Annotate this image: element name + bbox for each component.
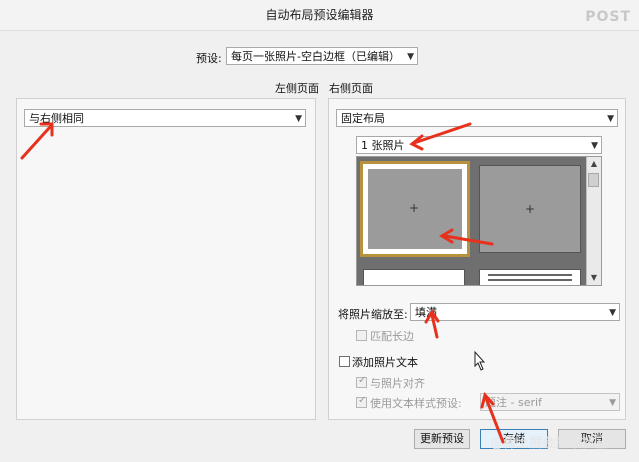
window-title-bar: 自动布局预设编辑器 POST [0,0,639,31]
window-title: 自动布局预设编辑器 [265,8,374,22]
preset-value: 每页一张照片-空白边框（已编辑） [231,50,400,63]
layout-cell-selected[interactable]: + [360,161,470,257]
layout-cell[interactable] [479,269,581,285]
plus-icon: + [409,201,420,215]
scroll-down-icon[interactable]: ▼ [587,271,601,285]
preview-scrollbar[interactable]: ▲ ▼ [586,157,601,285]
photo-count-value: 1 张照片 [361,139,405,152]
match-long-edge-checkbox[interactable] [356,330,367,341]
check-icon: ✓ [358,375,367,386]
chevron-down-icon: ▼ [607,114,614,124]
right-panel-title: 右侧页面 [329,82,373,95]
right-layout-dropdown[interactable]: 固定布局 ▼ [336,109,618,127]
footer-watermark: @稀土掘金技术社区 [490,436,608,451]
right-layout-value: 固定布局 [341,112,385,125]
text-line [488,274,572,276]
chevron-down-icon: ▼ [295,114,302,124]
add-photo-text-label: 添加照片文本 [352,356,418,369]
left-panel-title: 左侧页面 [275,82,319,95]
layout-cell[interactable]: + [479,165,581,253]
preset-label: 预设: [196,52,222,65]
plus-icon: + [525,202,536,216]
watermark-text: POST [585,9,631,25]
align-with-photo-checkbox[interactable]: ✓ [356,375,367,388]
scale-value: 填满 [415,306,437,319]
left-layout-value: 与右侧相同 [29,112,84,125]
align-with-photo-label: 与照片对齐 [370,377,425,390]
photo-count-dropdown[interactable]: 1 张照片 ▼ [356,136,602,154]
check-icon: ✓ [358,395,367,406]
chevron-down-icon: ▼ [407,52,414,62]
left-page-panel [16,98,316,420]
scale-dropdown[interactable]: 填满 ▼ [410,303,620,321]
text-line [488,279,572,281]
chevron-down-icon: ▼ [609,398,616,408]
preset-dropdown[interactable]: 每页一张照片-空白边框（已编辑） ▼ [226,47,418,65]
scroll-up-icon[interactable]: ▲ [587,157,601,171]
chevron-down-icon: ▼ [609,308,616,318]
layout-cell[interactable] [363,269,465,285]
use-text-style-label: 使用文本样式预设: [370,397,462,410]
update-preset-button[interactable]: 更新预设 [414,429,470,449]
left-layout-dropdown[interactable]: 与右侧相同 ▼ [24,109,306,127]
chevron-down-icon: ▼ [591,141,598,151]
scale-label: 将照片缩放至: [338,308,408,321]
text-style-dropdown[interactable]: 题注 - serif ▼ [480,393,620,411]
match-long-edge-label: 匹配长边 [370,330,414,343]
layout-preview-grid[interactable]: + + ▲ ▼ [356,156,602,286]
text-style-value: 题注 - serif [485,396,542,409]
add-photo-text-checkbox[interactable] [339,356,350,367]
scroll-thumb[interactable] [588,173,599,187]
use-text-style-checkbox[interactable]: ✓ [356,395,367,408]
